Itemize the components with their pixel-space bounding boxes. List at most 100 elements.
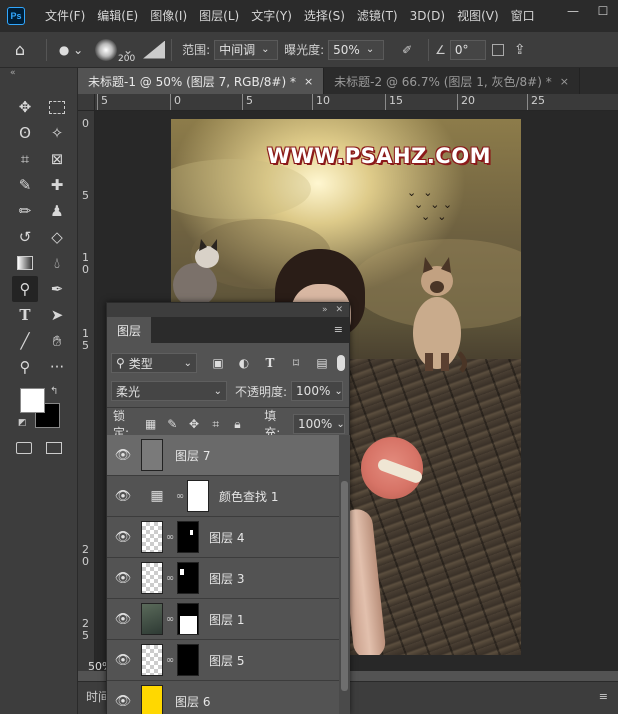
- history-brush-tool-icon[interactable]: ↺: [12, 224, 38, 250]
- menu-edit[interactable]: 编辑(E): [91, 0, 144, 32]
- layer-mask-thumbnail[interactable]: [177, 644, 199, 676]
- layer-row[interactable]: 👁︎ 图层 6: [107, 681, 339, 714]
- lock-transparent-icon[interactable]: ▦: [142, 417, 160, 431]
- menu-file[interactable]: 文件(F): [39, 0, 91, 32]
- tab-layers[interactable]: 图层: [107, 317, 152, 343]
- foreground-color-swatch[interactable]: [20, 388, 45, 413]
- line-tool-icon[interactable]: ╱: [12, 328, 38, 354]
- horizontal-ruler[interactable]: 5 0 5 10 15 20 25: [95, 94, 618, 111]
- magic-wand-tool-icon[interactable]: ✧: [44, 120, 70, 146]
- layer-row[interactable]: 👁︎ ∞ 图层 5: [107, 640, 339, 681]
- tab-document-1[interactable]: 未标题-1 @ 50% (图层 7, RGB/8#) * ×: [78, 68, 325, 94]
- menu-window[interactable]: 窗口: [505, 0, 541, 32]
- zoom-tool-icon[interactable]: ⚲: [12, 354, 38, 380]
- airbrush-icon[interactable]: ✐: [392, 43, 422, 57]
- layer-row[interactable]: 👁︎ ∞ 图层 1: [107, 599, 339, 640]
- blend-mode-select[interactable]: 柔光 ⌄: [111, 381, 227, 401]
- filter-kind-select[interactable]: ⚲ 类型 ⌄: [111, 353, 197, 373]
- gradient-tool-icon[interactable]: [12, 250, 38, 276]
- menu-layer[interactable]: 图层(L): [193, 0, 245, 32]
- marquee-tool-icon[interactable]: [44, 94, 70, 120]
- filter-smart-object-icon[interactable]: ▤: [311, 353, 333, 373]
- menu-type[interactable]: 文字(Y): [245, 0, 298, 32]
- layer-row[interactable]: 👁︎ ∞ 图层 4: [107, 517, 339, 558]
- close-icon[interactable]: ×: [304, 75, 313, 88]
- layer-mask-thumbnail[interactable]: [177, 603, 199, 635]
- layer-mask-thumbnail[interactable]: [177, 562, 199, 594]
- brush-preview-icon[interactable]: [95, 38, 117, 61]
- default-colors-icon[interactable]: ◩: [18, 418, 27, 428]
- filter-toggle-icon[interactable]: [337, 355, 345, 371]
- scrollbar-thumb[interactable]: [341, 481, 348, 691]
- lock-position-icon[interactable]: ✥: [185, 417, 203, 431]
- menu-image[interactable]: 图像(I): [144, 0, 193, 32]
- layer-row[interactable]: 👁︎ 图层 7: [107, 435, 339, 476]
- close-icon[interactable]: ×: [560, 75, 569, 88]
- share-icon[interactable]: ⇪: [514, 42, 526, 58]
- eyedropper-tool-icon[interactable]: ✎: [12, 172, 38, 198]
- type-tool-icon[interactable]: T: [12, 302, 38, 328]
- lasso-tool-icon[interactable]: ʘ: [12, 120, 38, 146]
- visibility-eye-icon[interactable]: 👁︎: [107, 653, 139, 668]
- filter-shape-icon[interactable]: ⌑: [285, 353, 307, 373]
- crop-tool-icon[interactable]: ⌗: [12, 146, 38, 172]
- toolbar-collapse-button[interactable]: «: [0, 68, 77, 80]
- clone-stamp-tool-icon[interactable]: ♟: [44, 198, 70, 224]
- exposure-input[interactable]: 50% ⌄: [328, 39, 385, 60]
- vertical-ruler[interactable]: 0 5 1 0 1 5 2 0 2 5: [78, 111, 95, 671]
- maximize-button[interactable]: ☐: [588, 0, 618, 22]
- brush-settings-icon[interactable]: [143, 40, 166, 59]
- filter-pixel-icon[interactable]: ▣: [207, 353, 229, 373]
- menu-3d[interactable]: 3D(D): [404, 0, 451, 32]
- panel-menu-icon[interactable]: ≡: [334, 323, 343, 336]
- brush-size-value: 200: [118, 54, 136, 64]
- eraser-tool-icon[interactable]: ◇: [44, 224, 70, 250]
- path-selection-tool-icon[interactable]: ➤: [44, 302, 70, 328]
- visibility-eye-icon[interactable]: 👁︎: [107, 694, 139, 709]
- swap-colors-icon[interactable]: ↰: [50, 386, 58, 397]
- lock-pixels-icon[interactable]: ✎: [163, 417, 181, 431]
- collapse-panel-icon[interactable]: »: [322, 305, 328, 315]
- close-icon[interactable]: ✕: [335, 305, 343, 315]
- visibility-eye-icon[interactable]: 👁︎: [107, 612, 139, 627]
- dodge-burn-tool-icon[interactable]: ⚲: [12, 276, 38, 302]
- move-tool-icon[interactable]: ✥: [12, 94, 38, 120]
- layer-mask-thumbnail[interactable]: [177, 521, 199, 553]
- more-tools-icon[interactable]: ···: [44, 354, 70, 380]
- layer-row[interactable]: 👁︎ ∞ 图层 3: [107, 558, 339, 599]
- visibility-eye-icon[interactable]: 👁︎: [107, 489, 139, 504]
- healing-brush-tool-icon[interactable]: ✚: [44, 172, 70, 198]
- layer-mask-thumbnail[interactable]: [187, 480, 209, 512]
- angle-input[interactable]: 0°: [449, 39, 486, 60]
- menu-select[interactable]: 选择(S): [298, 0, 351, 32]
- visibility-eye-icon[interactable]: 👁︎: [107, 571, 139, 586]
- filter-type-icon[interactable]: T: [259, 353, 281, 373]
- tab-document-2[interactable]: 未标题-2 @ 66.7% (图层 1, 灰色/8#) * ×: [324, 68, 580, 94]
- frame-tool-icon[interactable]: ⊠: [44, 146, 70, 172]
- layers-scrollbar[interactable]: [339, 435, 350, 714]
- quick-mask-icon[interactable]: [16, 442, 32, 454]
- lock-all-icon[interactable]: 🔒︎: [229, 417, 247, 432]
- pen-tool-icon[interactable]: ✒: [44, 276, 70, 302]
- visibility-eye-icon[interactable]: 👁︎: [107, 448, 139, 463]
- ruler-origin[interactable]: [78, 94, 95, 111]
- blur-tool-icon[interactable]: 💧︎: [44, 250, 70, 276]
- burn-tool-preset-icon[interactable]: ● ⌄: [53, 43, 89, 57]
- minimize-button[interactable]: —: [558, 0, 588, 22]
- fill-input[interactable]: 100% ⌄: [293, 414, 346, 434]
- home-icon[interactable]: ⌂: [0, 40, 40, 59]
- menu-view[interactable]: 视图(V): [451, 0, 505, 32]
- opacity-input[interactable]: 100% ⌄: [291, 381, 344, 401]
- visibility-eye-icon[interactable]: 👁︎: [107, 530, 139, 545]
- range-select[interactable]: 中间调 ⌄: [214, 39, 279, 60]
- layer-row[interactable]: 👁︎ ▦ ∞ 颜色查找 1: [107, 476, 339, 517]
- hand-tool-icon[interactable]: ✋︎: [44, 328, 70, 354]
- screen-mode-icon[interactable]: [46, 442, 62, 454]
- panel-menu-icon[interactable]: ≡: [599, 690, 608, 703]
- brush-tool-icon[interactable]: ✏: [12, 198, 38, 224]
- ruler-tick: [170, 94, 171, 110]
- protect-tones-checkbox[interactable]: [491, 43, 504, 56]
- lock-artboard-icon[interactable]: ⌗: [207, 417, 225, 432]
- menu-filter[interactable]: 滤镜(T): [351, 0, 404, 32]
- filter-adjustment-icon[interactable]: ◐: [233, 353, 255, 373]
